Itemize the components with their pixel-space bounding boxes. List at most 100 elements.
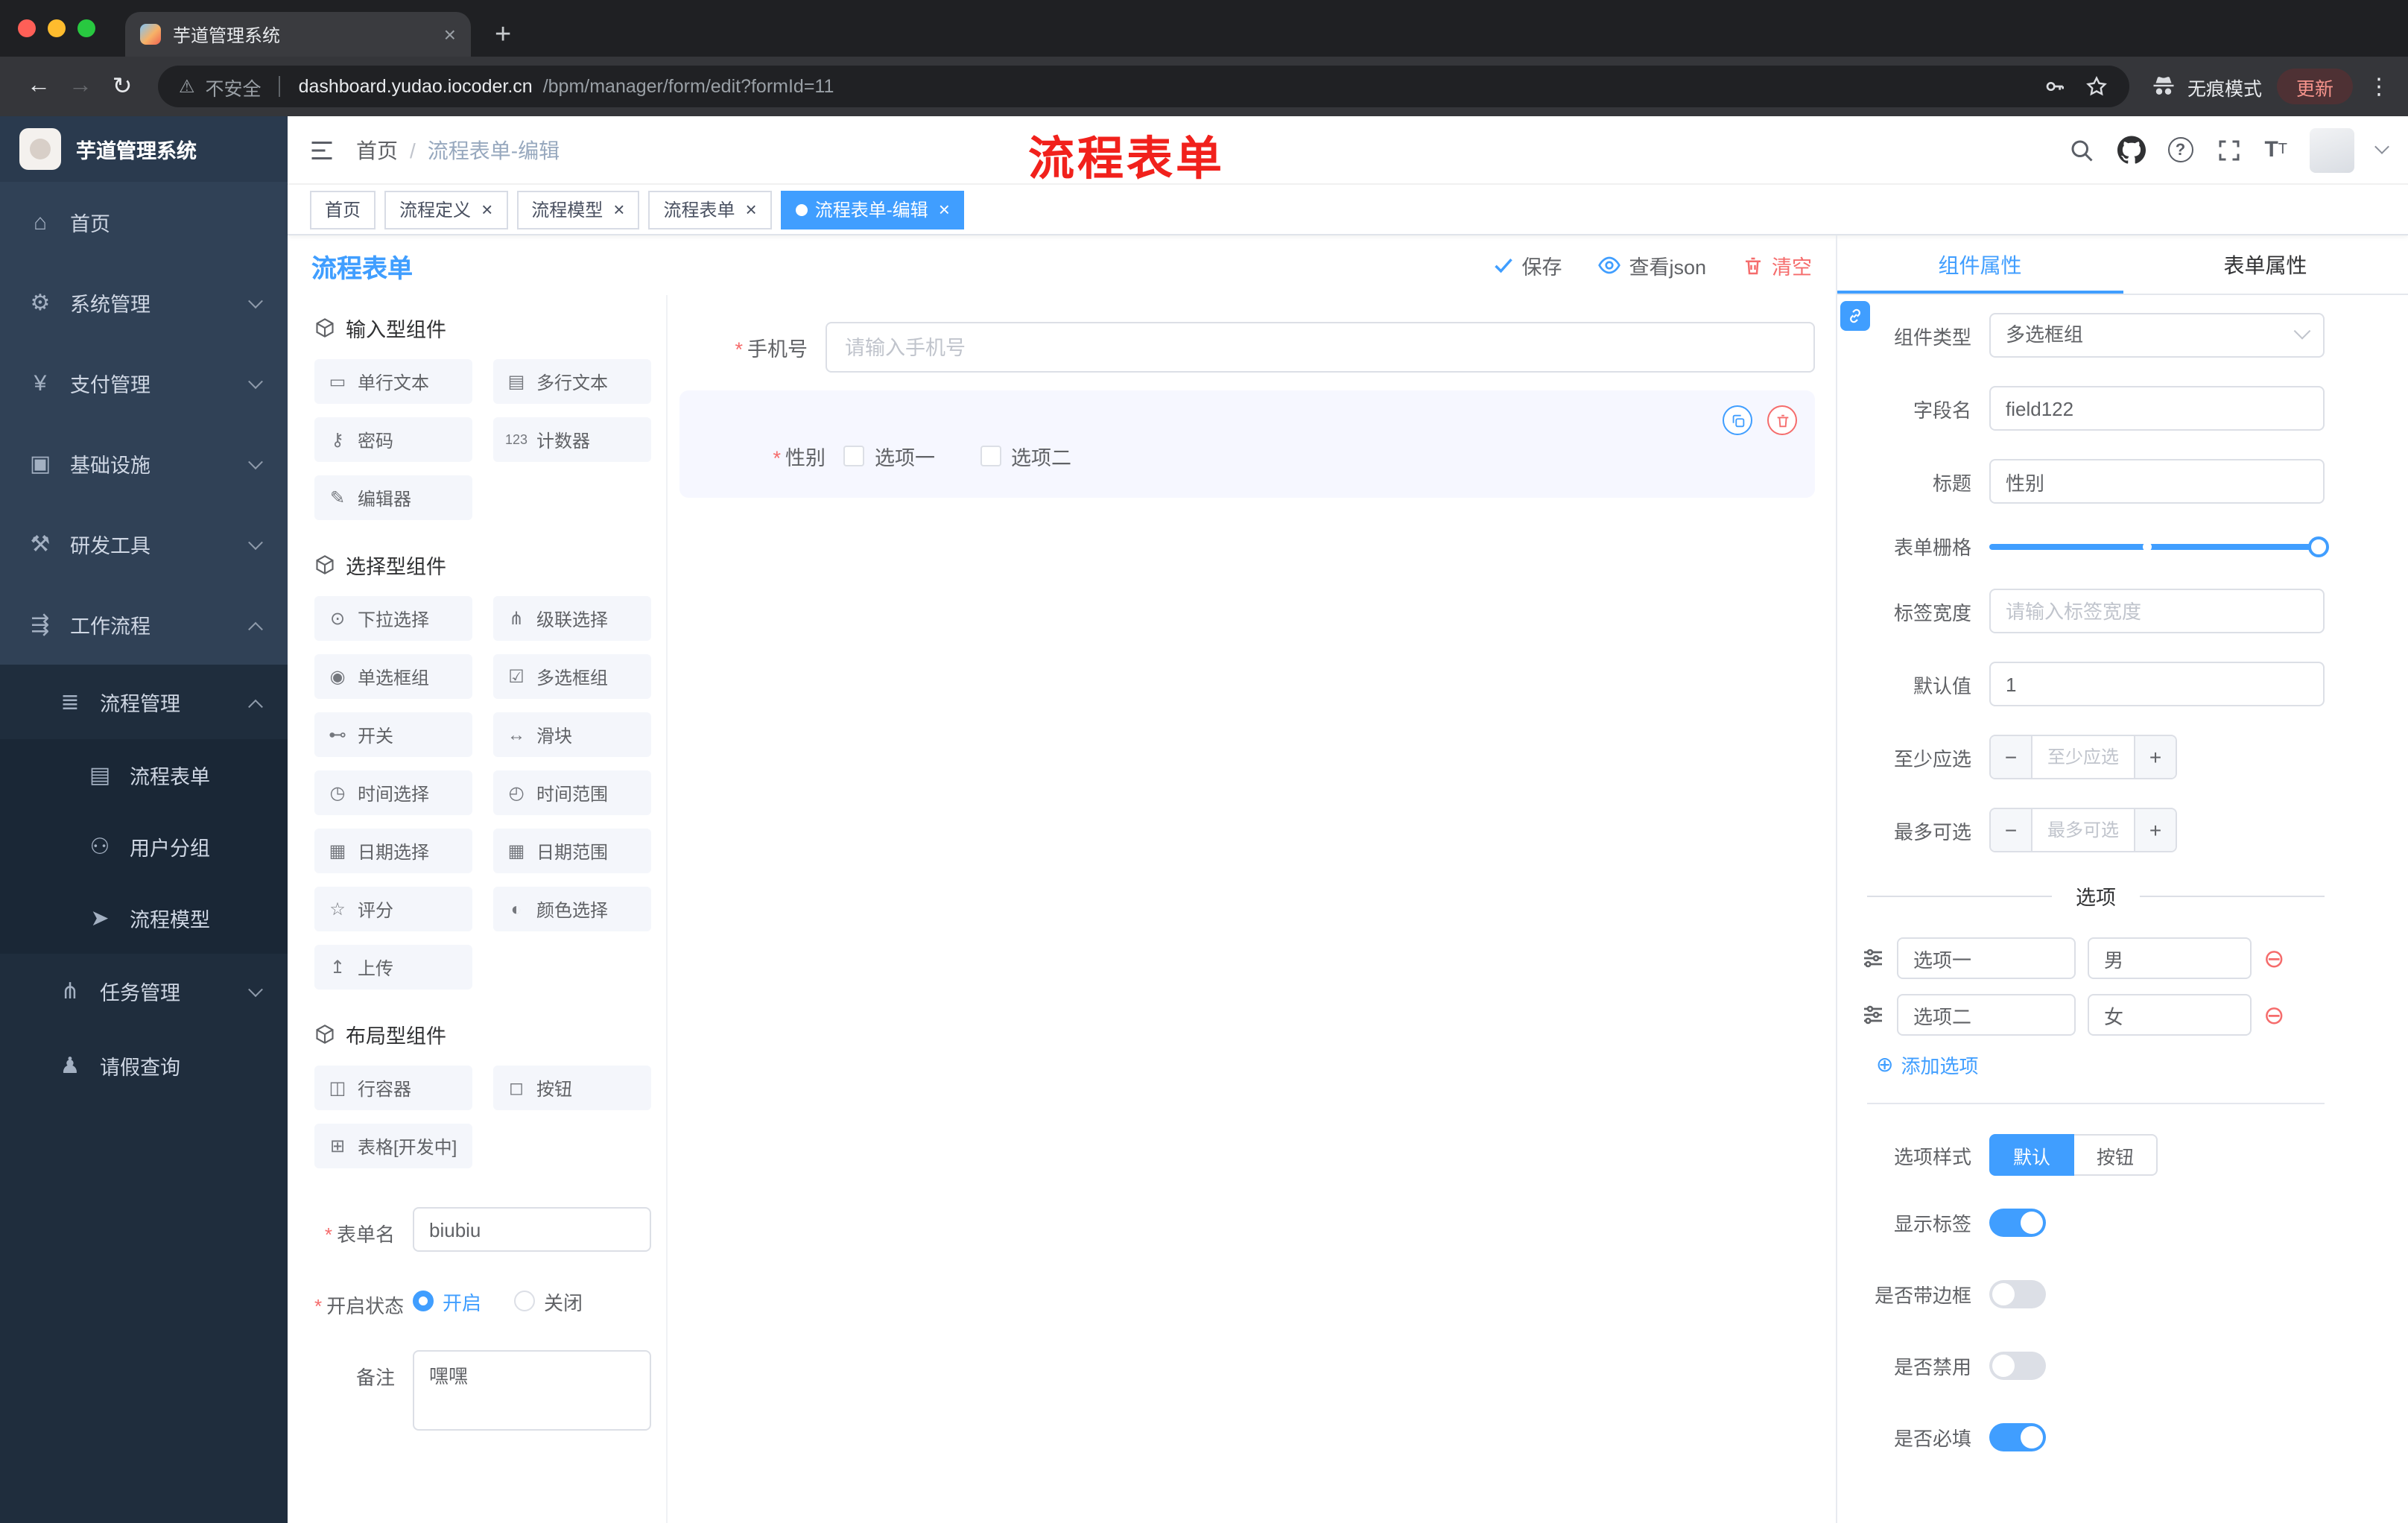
browser-update-button[interactable]: 更新: [2276, 69, 2353, 104]
form-canvas[interactable]: * 手机号 请输入手机号 * 性别 选项一 选项二: [666, 295, 1836, 1523]
tag-close-icon[interactable]: ×: [481, 200, 492, 219]
phone-input[interactable]: [826, 322, 1815, 373]
sidebar-item-infra[interactable]: ▣ 基础设施: [0, 423, 288, 504]
github-icon[interactable]: [2117, 136, 2146, 164]
min-select-input[interactable]: [2032, 736, 2134, 778]
with-border-toggle[interactable]: [1989, 1280, 2046, 1308]
title-input[interactable]: [1989, 459, 2325, 504]
palette-item-multi-text[interactable]: ▤ 多行文本: [493, 359, 651, 404]
tab-component-props[interactable]: 组件属性: [1837, 235, 2123, 294]
macos-close-button[interactable]: [18, 19, 36, 37]
avatar-caret-icon[interactable]: [2374, 139, 2389, 154]
palette-item-slider[interactable]: ↔ 滑块: [493, 712, 651, 757]
form-grid-slider[interactable]: [1989, 534, 2329, 558]
palette-item-row-container[interactable]: ◫ 行容器: [314, 1066, 472, 1110]
palette-item-upload[interactable]: ↥ 上传: [314, 945, 472, 990]
required-toggle[interactable]: [1989, 1423, 2046, 1451]
sidebar-item-process-model[interactable]: ➤ 流程模型: [0, 882, 288, 954]
remove-option-icon[interactable]: ⊖: [2263, 946, 2285, 971]
sidebar-item-system[interactable]: ⚙ 系统管理: [0, 262, 288, 343]
remove-option-icon[interactable]: ⊖: [2263, 1002, 2285, 1028]
palette-item-table[interactable]: ⊞ 表格[开发中]: [314, 1124, 472, 1168]
view-json-button[interactable]: 查看json: [1597, 250, 1706, 280]
save-button[interactable]: 保存: [1493, 250, 1562, 280]
tag-close-icon[interactable]: ×: [613, 200, 624, 219]
macos-minimize-button[interactable]: [48, 19, 66, 37]
tag-close-icon[interactable]: ×: [746, 200, 757, 219]
sidebar-item-devtools[interactable]: ⚒ 研发工具: [0, 504, 288, 584]
breadcrumb-home[interactable]: 首页: [356, 135, 398, 165]
palette-item-editor[interactable]: ✎ 编辑器: [314, 475, 472, 520]
palette-item-password[interactable]: ⚷ 密码: [314, 417, 472, 462]
style-button-button[interactable]: 按钮: [2074, 1134, 2158, 1176]
font-size-icon[interactable]: TT: [2264, 137, 2287, 162]
link-icon[interactable]: [1840, 301, 1870, 331]
palette-item-checkbox-group[interactable]: ☑ 多选框组: [493, 654, 651, 699]
gender-option-1[interactable]: 选项一: [843, 441, 935, 471]
palette-item-date-range[interactable]: ▦ 日期范围: [493, 829, 651, 873]
phone-field[interactable]: * 手机号: [679, 322, 1815, 373]
checkbox-unchecked[interactable]: [843, 446, 864, 466]
macos-zoom-button[interactable]: [77, 19, 95, 37]
remark-textarea[interactable]: 嘿嘿: [413, 1350, 651, 1431]
slider-handle[interactable]: [2308, 536, 2329, 557]
back-button[interactable]: ←: [18, 73, 60, 100]
sidebar-item-user-groups[interactable]: ⚇ 用户分组: [0, 811, 288, 882]
fullscreen-icon[interactable]: [2215, 136, 2242, 163]
tag-close-icon[interactable]: ×: [939, 200, 950, 219]
sidebar-item-workflow[interactable]: ⇶ 工作流程: [0, 584, 288, 665]
gender-option-2[interactable]: 选项二: [980, 441, 1071, 471]
disabled-toggle[interactable]: [1989, 1352, 2046, 1380]
style-default-button[interactable]: 默认: [1989, 1134, 2075, 1176]
sidebar-item-home[interactable]: ⌂ 首页: [0, 182, 288, 262]
max-select-input[interactable]: [2032, 809, 2134, 851]
option-value-input[interactable]: [2088, 937, 2252, 979]
tag-process-model[interactable]: 流程模型 ×: [516, 190, 640, 229]
browser-tab[interactable]: 芋道管理系统 ×: [125, 12, 471, 57]
component-type-select[interactable]: 多选框组: [1989, 313, 2325, 358]
password-key-icon[interactable]: [2043, 75, 2067, 98]
add-option-button[interactable]: ⊕ 添加选项: [1876, 1051, 2325, 1079]
hamburger-icon[interactable]: [308, 136, 335, 163]
tag-process-definition[interactable]: 流程定义 ×: [384, 190, 508, 229]
palette-item-rate[interactable]: ☆ 评分: [314, 887, 472, 931]
palette-item-radio-group[interactable]: ◉ 单选框组: [314, 654, 472, 699]
palette-item-single-text[interactable]: ▭ 单行文本: [314, 359, 472, 404]
drag-handle-icon[interactable]: [1861, 1003, 1885, 1027]
option-value-input[interactable]: [2088, 994, 2252, 1036]
reload-button[interactable]: ↻: [101, 72, 143, 101]
tab-close-icon[interactable]: ×: [444, 24, 456, 45]
address-bar[interactable]: ⚠ 不安全 dashboard.yudao.iocoder.cn /bpm/ma…: [158, 66, 2129, 107]
option-label-input[interactable]: [1897, 937, 2076, 979]
tab-form-props[interactable]: 表单属性: [2123, 235, 2408, 294]
form-name-input[interactable]: [413, 1207, 651, 1252]
sidebar-item-payment[interactable]: ¥ 支付管理: [0, 343, 288, 423]
bookmark-star-icon[interactable]: [2085, 75, 2108, 98]
search-icon[interactable]: [2068, 136, 2094, 163]
label-width-input[interactable]: [1989, 589, 2325, 633]
palette-item-time-picker[interactable]: ◷ 时间选择: [314, 770, 472, 815]
sidebar-item-leave-query[interactable]: ♟ 请假查询: [0, 1028, 288, 1103]
field-name-input[interactable]: [1989, 386, 2325, 431]
decrement-button[interactable]: −: [1991, 736, 2032, 778]
status-off-radio[interactable]: 关闭: [514, 1287, 583, 1315]
palette-item-switch[interactable]: ⊷ 开关: [314, 712, 472, 757]
browser-menu-icon[interactable]: ⋮: [2368, 73, 2390, 100]
tag-home[interactable]: 首页: [310, 190, 376, 229]
palette-item-time-range[interactable]: ◴ 时间范围: [493, 770, 651, 815]
show-label-toggle[interactable]: [1989, 1209, 2046, 1237]
delete-component-button[interactable]: [1767, 405, 1797, 435]
default-value-input[interactable]: [1989, 662, 2325, 706]
option-label-input[interactable]: [1897, 994, 2076, 1036]
increment-button[interactable]: +: [2134, 736, 2176, 778]
decrement-button[interactable]: −: [1991, 809, 2032, 851]
help-icon[interactable]: ?: [2167, 137, 2193, 162]
selected-component-gender[interactable]: * 性别 选项一 选项二: [679, 390, 1815, 498]
copy-component-button[interactable]: [1723, 405, 1752, 435]
clear-button[interactable]: 清空: [1742, 250, 1812, 280]
palette-item-button[interactable]: ◻ 按钮: [493, 1066, 651, 1110]
tag-process-form[interactable]: 流程表单 ×: [648, 190, 772, 229]
tag-process-form-edit[interactable]: 流程表单-编辑 ×: [780, 190, 965, 229]
forward-button[interactable]: →: [60, 73, 101, 100]
drag-handle-icon[interactable]: [1861, 946, 1885, 970]
